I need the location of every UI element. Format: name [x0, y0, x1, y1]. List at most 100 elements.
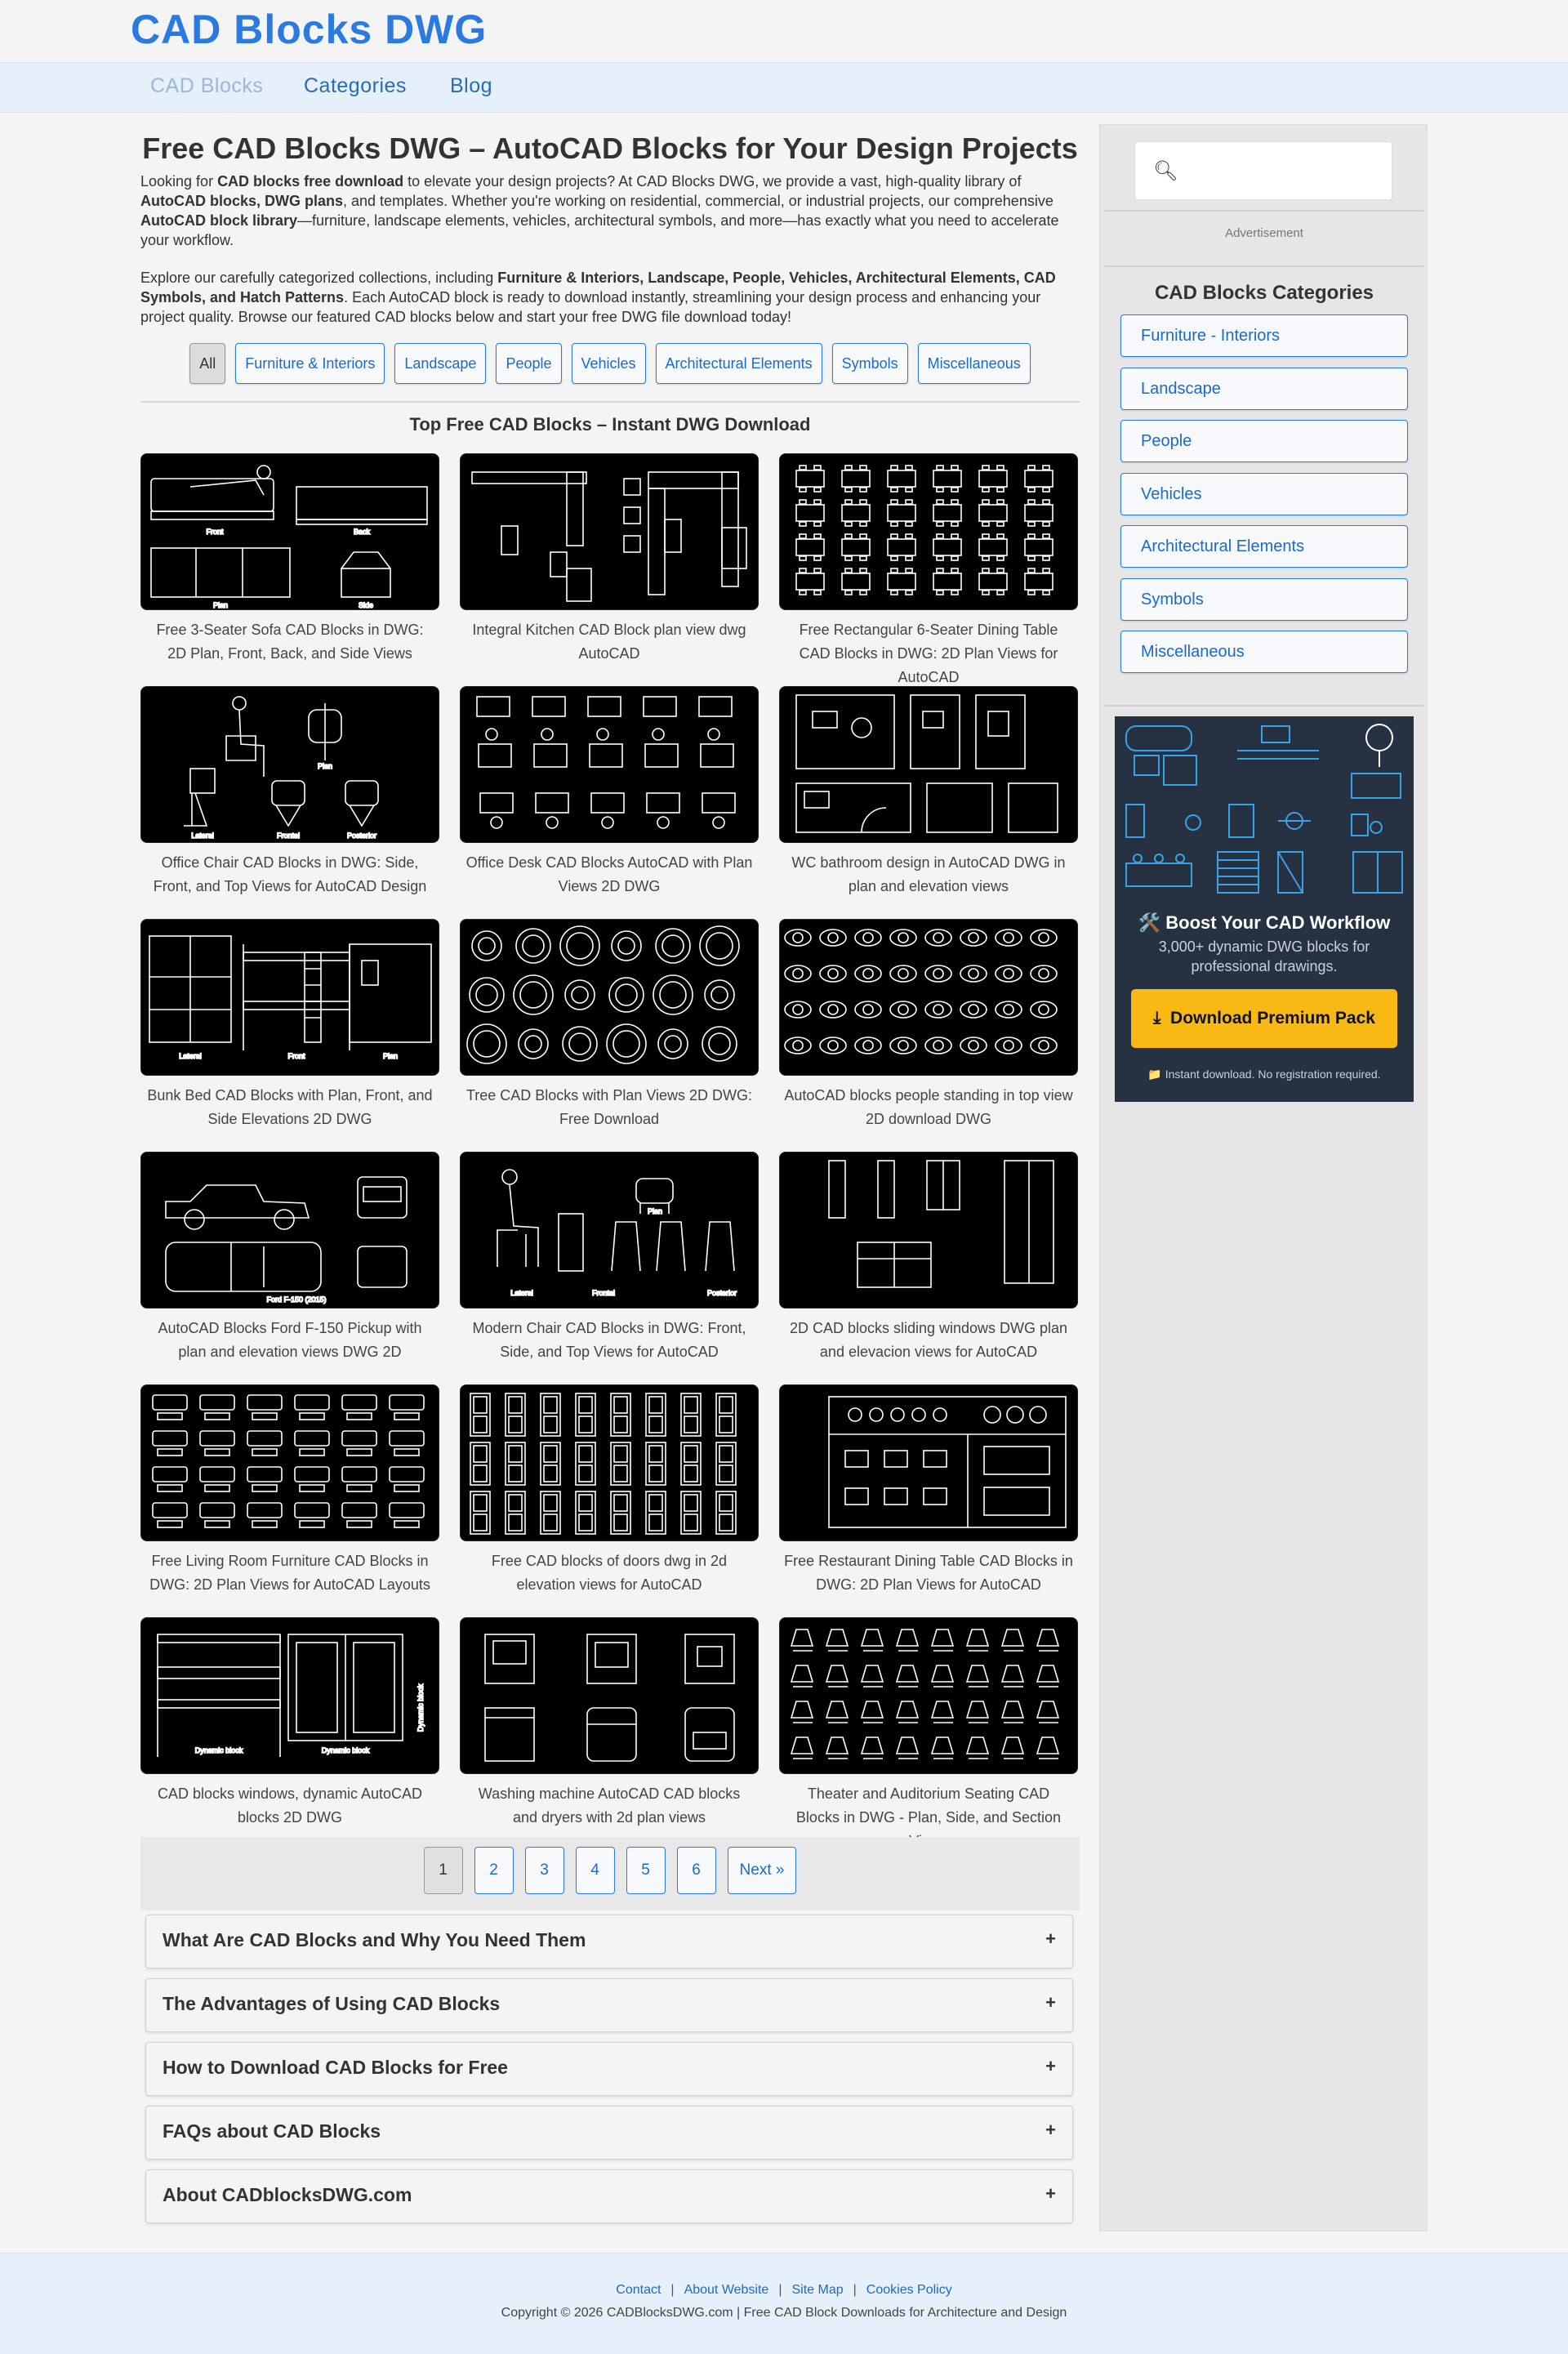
cad-block-caption[interactable]: Free Rectangular 6-Seater Dining Table C… [779, 618, 1078, 689]
cad-block-caption[interactable]: Free 3-Seater Sofa CAD Blocks in DWG: 2D… [140, 618, 439, 666]
sidebar-category-architectural-elements[interactable]: Architectural Elements [1120, 525, 1408, 568]
filter-people[interactable]: People [496, 343, 562, 384]
cad-block-card-dining-table[interactable]: Free Rectangular 6-Seater Dining Table C… [779, 453, 1078, 689]
footer-link-about[interactable]: About Website [684, 2283, 769, 2297]
cad-block-thumbnail[interactable]: Dynamic block Dynamic block Dynamic block [140, 1617, 439, 1774]
cad-block-card-office-chair[interactable]: Lateral Plan Frontal Posterior Office Chair … [140, 686, 439, 898]
nav-cad-blocks[interactable]: CAD Blocks [150, 74, 263, 98]
cad-block-thumbnail[interactable] [460, 453, 759, 610]
page-6-button[interactable]: 6 [676, 1847, 716, 1894]
cad-drawing-preview: Plan Lateral Frontal Posterior [497, 1169, 737, 1298]
sidebar-category-landscape[interactable]: Landscape [1120, 368, 1408, 410]
cad-block-caption[interactable]: Free Living Room Furniture CAD Blocks in… [140, 1549, 439, 1597]
nav-blog[interactable]: Blog [450, 74, 492, 98]
next-page-button[interactable]: Next » [727, 1847, 797, 1894]
cad-block-caption[interactable]: Modern Chair CAD Blocks in DWG: Front, S… [460, 1317, 759, 1364]
accordion-title: The Advantages of Using CAD Blocks [163, 1993, 501, 2014]
footer-link-sitemap[interactable]: Site Map [791, 2283, 843, 2297]
cad-block-card-people[interactable]: AutoCAD blocks people standing in top vi… [779, 919, 1078, 1131]
filter-architectural-elements[interactable]: Architectural Elements [655, 343, 822, 384]
cad-block-thumbnail[interactable]: Plan Lateral Frontal Posterior [460, 1152, 759, 1309]
cad-block-thumbnail[interactable]: Ford F-150 (2015) [140, 1152, 439, 1309]
cad-block-thumbnail[interactable] [779, 1152, 1078, 1309]
cad-block-card-theater-seating[interactable]: Theater and Auditorium Seating CAD Block… [779, 1617, 1078, 1853]
page-5-button[interactable]: 5 [626, 1847, 666, 1894]
filter-miscellaneous[interactable]: Miscellaneous [917, 343, 1031, 384]
filter-symbols[interactable]: Symbols [831, 343, 908, 384]
cad-block-thumbnail[interactable] [460, 686, 759, 843]
page-2-button[interactable]: 2 [474, 1847, 514, 1894]
accordion-title: What Are CAD Blocks and Why You Need The… [163, 1929, 586, 1951]
cad-block-thumbnail[interactable]: Lateral Front Plan [140, 919, 439, 1076]
premium-pack-ad[interactable]: 🛠️ Boost Your CAD Workflow 3,000+ dynami… [1115, 716, 1414, 1102]
cad-blocks-collage-illustration [1125, 724, 1403, 894]
page-1-button[interactable]: 1 [423, 1847, 463, 1894]
nav-categories[interactable]: Categories [304, 74, 407, 98]
page-4-button[interactable]: 4 [575, 1847, 615, 1894]
cad-block-card-washing-machine[interactable]: Washing machine AutoCAD CAD blocks and d… [460, 1617, 759, 1830]
cad-block-card-restaurant-table[interactable]: Free Restaurant Dining Table CAD Blocks … [779, 1384, 1078, 1597]
promo-note: 📁 Instant download. No registration requ… [1147, 1068, 1381, 1081]
accordion-advantages[interactable]: The Advantages of Using CAD Blocks + [145, 1978, 1073, 2032]
accordion-faqs[interactable]: FAQs about CAD Blocks + [145, 2106, 1073, 2160]
svg-text:Back: Back [354, 528, 371, 536]
cad-block-thumbnail[interactable] [779, 686, 1078, 843]
cad-block-caption[interactable]: CAD blocks windows, dynamic AutoCAD bloc… [140, 1782, 439, 1830]
cad-block-card-wc-bathroom[interactable]: WC bathroom design in AutoCAD DWG in pla… [779, 686, 1078, 898]
svg-text:Dynamic block: Dynamic block [322, 1746, 370, 1754]
cad-block-card-doors[interactable]: Free CAD blocks of doors dwg in 2d eleva… [460, 1384, 759, 1597]
cad-block-thumbnail[interactable] [460, 1384, 759, 1541]
sidebar-category-furniture-interiors[interactable]: Furniture - Interiors [1120, 314, 1408, 357]
cad-block-card-kitchen[interactable]: Integral Kitchen CAD Block plan view dwg… [460, 453, 759, 666]
cad-block-thumbnail[interactable] [779, 453, 1078, 610]
cad-block-card-ford-pickup[interactable]: Ford F-150 (2015) AutoCAD Blocks Ford F-1… [140, 1152, 439, 1364]
filter-furniture-interiors[interactable]: Furniture & Interiors [235, 343, 385, 384]
footer-link-contact[interactable]: Contact [616, 2283, 661, 2297]
cad-block-card-bunk-bed[interactable]: Lateral Front Plan Bunk Bed CAD Blocks with… [140, 919, 439, 1131]
sidebar-category-vehicles[interactable]: Vehicles [1120, 473, 1408, 515]
cad-block-caption[interactable]: Free CAD blocks of doors dwg in 2d eleva… [460, 1549, 759, 1597]
site-logo[interactable]: CAD Blocks DWG [131, 7, 487, 52]
cad-block-card-modern-chair[interactable]: Plan Lateral Frontal Posterior Modern Chair … [460, 1152, 759, 1364]
cad-block-caption[interactable]: Tree CAD Blocks with Plan Views 2D DWG: … [460, 1084, 759, 1131]
sidebar-category-people[interactable]: People [1120, 420, 1408, 462]
cad-block-thumbnail[interactable]: Lateral Plan Frontal Posterior [140, 686, 439, 843]
cad-block-caption[interactable]: 2D CAD blocks sliding windows DWG plan a… [779, 1317, 1078, 1364]
cad-block-card-living-room[interactable]: Free Living Room Furniture CAD Blocks in… [140, 1384, 439, 1597]
cad-block-thumbnail[interactable] [460, 1617, 759, 1774]
cad-block-thumbnail[interactable] [779, 919, 1078, 1076]
filter-vehicles[interactable]: Vehicles [571, 343, 646, 384]
cad-block-thumbnail[interactable]: Front Back Plan Side [140, 453, 439, 610]
download-premium-pack-button[interactable]: ⤓ Download Premium Pack [1131, 989, 1397, 1048]
cad-block-caption[interactable]: Washing machine AutoCAD CAD blocks and d… [460, 1782, 759, 1830]
footer-link-cookies[interactable]: Cookies Policy [866, 2283, 952, 2297]
cad-block-thumbnail[interactable] [140, 1384, 439, 1541]
accordion-title: FAQs about CAD Blocks [163, 2120, 381, 2142]
cad-drawing-preview [152, 1394, 425, 1528]
filter-landscape[interactable]: Landscape [394, 343, 487, 384]
cad-block-card-sofa[interactable]: Front Back Plan Side Free 3-Seater Sofa CAD … [140, 453, 439, 666]
accordion-what-are-cad-blocks[interactable]: What Are CAD Blocks and Why You Need The… [145, 1915, 1073, 1968]
cad-block-card-sliding-windows[interactable]: 2D CAD blocks sliding windows DWG plan a… [779, 1152, 1078, 1364]
cad-block-caption[interactable]: Integral Kitchen CAD Block plan view dwg… [460, 618, 759, 666]
filter-all[interactable]: All [189, 343, 226, 384]
accordion-how-to-download[interactable]: How to Download CAD Blocks for Free + [145, 2042, 1073, 2096]
accordion-about[interactable]: About CADblocksDWG.com + [145, 2169, 1073, 2223]
cad-block-caption[interactable]: Office Chair CAD Blocks in DWG: Side, Fr… [140, 851, 439, 898]
cad-block-thumbnail[interactable] [779, 1617, 1078, 1774]
cad-block-caption[interactable]: WC bathroom design in AutoCAD DWG in pla… [779, 851, 1078, 898]
page-3-button[interactable]: 3 [524, 1847, 564, 1894]
cad-block-card-trees[interactable]: Tree CAD Blocks with Plan Views 2D DWG: … [460, 919, 759, 1131]
sidebar-category-miscellaneous[interactable]: Miscellaneous [1120, 631, 1408, 673]
sidebar-category-symbols[interactable]: Symbols [1120, 578, 1408, 621]
cad-block-caption[interactable]: AutoCAD Blocks Ford F-150 Pickup with pl… [140, 1317, 439, 1364]
cad-block-card-office-desk[interactable]: Office Desk CAD Blocks AutoCAD with Plan… [460, 686, 759, 898]
search-input[interactable]: 🔍︎ [1134, 141, 1392, 200]
cad-block-caption[interactable]: AutoCAD blocks people standing in top vi… [779, 1084, 1078, 1131]
cad-block-caption[interactable]: Bunk Bed CAD Blocks with Plan, Front, an… [140, 1084, 439, 1131]
cad-block-caption[interactable]: Free Restaurant Dining Table CAD Blocks … [779, 1549, 1078, 1597]
cad-block-card-dynamic-windows[interactable]: Dynamic block Dynamic block Dynamic block C… [140, 1617, 439, 1830]
cad-block-thumbnail[interactable] [779, 1384, 1078, 1541]
cad-block-thumbnail[interactable] [460, 919, 759, 1076]
cad-block-caption[interactable]: Office Desk CAD Blocks AutoCAD with Plan… [460, 851, 759, 898]
